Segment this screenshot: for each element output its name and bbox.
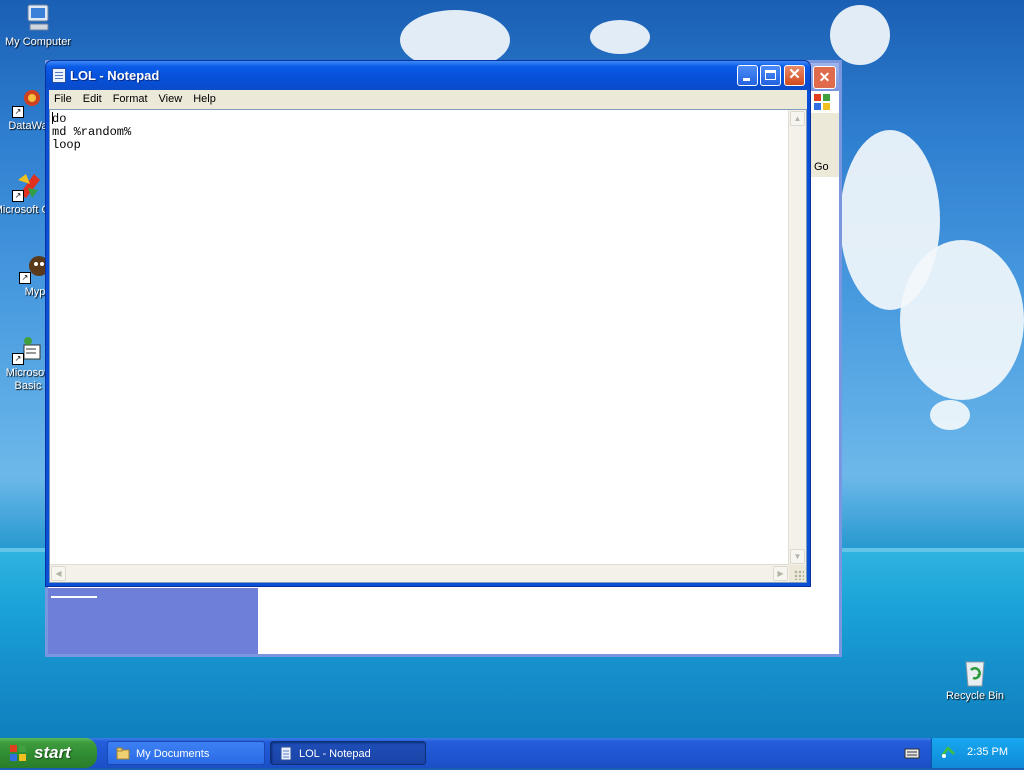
cloud [590,20,650,54]
desktop-icon-label: Recycle Bin [945,690,1005,702]
scroll-up-button[interactable]: ▲ [790,111,805,126]
cloud [900,240,1024,400]
taskbar-item-label: LOL - Notepad [299,748,371,760]
menu-edit[interactable]: Edit [78,90,108,107]
vertical-scrollbar[interactable]: ▲ ▼ [788,110,806,565]
my-computer-icon [22,2,54,34]
start-label: start [34,743,71,762]
recycle-bin-icon [959,656,991,688]
start-button[interactable]: start [0,738,97,768]
notepad-window[interactable]: LOL - Notepad ✕ File Edit Format View Help d… [45,60,811,587]
desktop-icon-label: My Computer [4,36,72,48]
desktop-icon-recycle-bin[interactable]: Recycle Bin [938,656,1012,703]
taskbar-item-notepad[interactable]: LOL - Notepad [270,741,426,765]
text-caret [52,112,53,124]
menu-help[interactable]: Help [188,90,222,107]
visual-basic-icon: ↗ [12,333,44,365]
resize-grip[interactable] [789,565,806,582]
folder-icon [116,746,130,761]
text-editor-area[interactable]: do md %random% loop ▲ ▼ ◀ ▶ [49,109,807,583]
network-icon[interactable] [940,744,956,760]
windows-logo-icon [813,93,831,111]
keyboard-icon[interactable] [904,746,920,760]
document-text[interactable]: do md %random% loop [52,112,131,152]
menu-view[interactable]: View [154,90,189,107]
shortcut-arrow-icon: ↗ [12,353,24,365]
panel-divider [51,596,97,598]
cloud [930,400,970,430]
shortcut-arrow-icon: ↗ [12,106,24,118]
window-title: LOL - Notepad [70,68,160,83]
scroll-down-button[interactable]: ▼ [790,549,805,564]
menu-bar: File Edit Format View Help [49,90,807,110]
background-window-close-button[interactable]: ✕ [813,66,836,89]
notepad-icon [279,746,293,761]
clock[interactable]: 2:35 PM [967,746,1008,758]
horizontal-scrollbar[interactable]: ◀ ▶ [50,564,789,582]
go-button[interactable]: Go [809,157,839,177]
app-shortcut-icon: ↗ [12,86,44,118]
close-button[interactable]: ✕ [784,65,805,86]
menu-format[interactable]: Format [108,90,154,107]
visual-cpp-icon: ↗ [12,170,44,202]
maximize-button[interactable] [760,65,781,86]
shortcut-arrow-icon: ↗ [19,272,31,284]
cloud [830,5,890,65]
taskbar-item-label: My Documents [136,748,210,760]
taskbar-item-my-documents[interactable]: My Documents [107,741,265,765]
background-window-side-panel [48,588,258,654]
desktop-icon-my-computer[interactable]: My Computer [1,2,75,49]
shortcut-arrow-icon: ↗ [12,190,24,202]
system-tray: 2:35 PM [931,738,1024,768]
taskbar: start My Documents LOL - Notepad 2:35 PM [0,738,1024,768]
scroll-left-button[interactable]: ◀ [51,566,66,581]
notepad-titlebar[interactable]: LOL - Notepad ✕ [46,61,810,90]
minimize-button[interactable] [737,65,758,86]
menu-file[interactable]: File [49,90,78,107]
scroll-right-button[interactable]: ▶ [773,566,788,581]
notepad-icon [52,68,66,83]
background-window-toolbar [809,113,839,157]
windows-logo-icon [9,744,27,762]
